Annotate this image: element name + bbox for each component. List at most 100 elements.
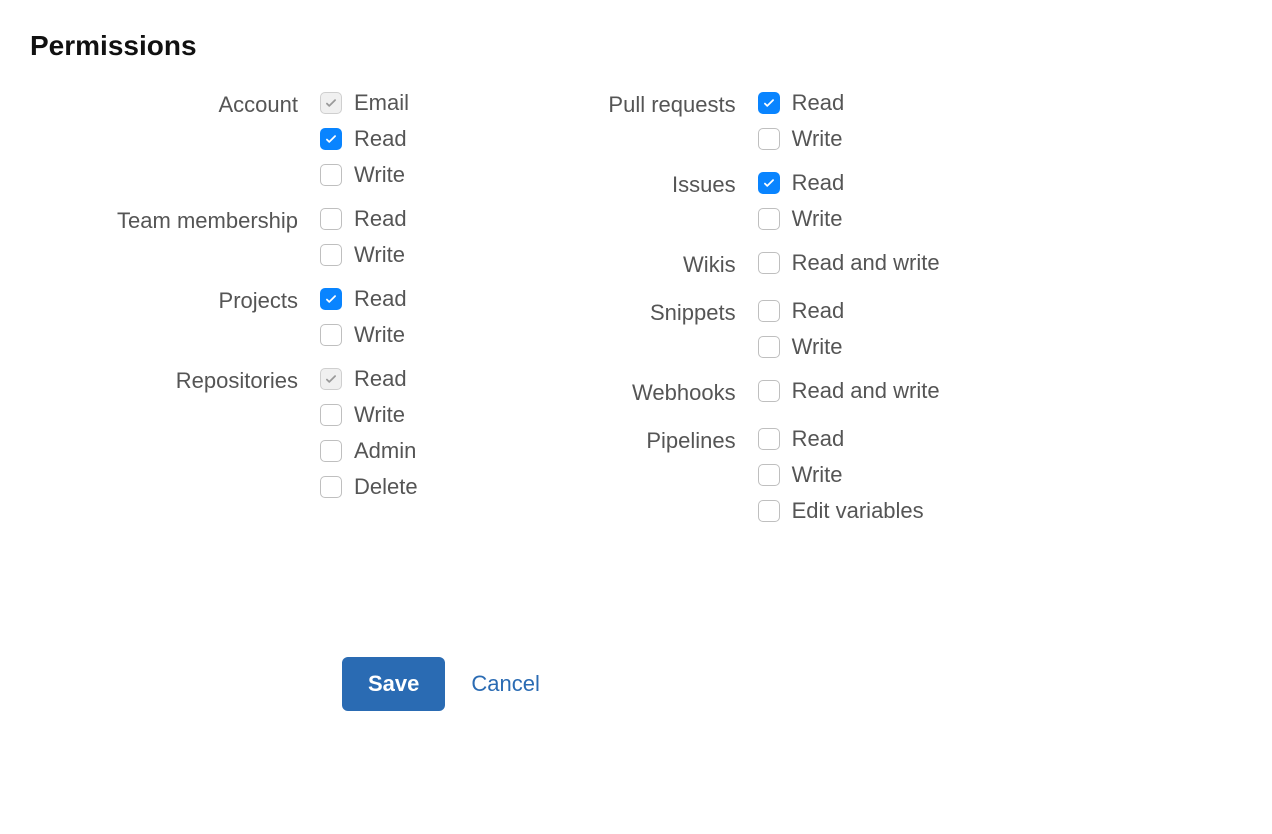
checkbox-account-email [320, 92, 342, 114]
checkbox-wikis-read-and-write[interactable] [758, 252, 780, 274]
option-label-team-membership-write: Write [354, 242, 405, 268]
option-label-snippets-write: Write [792, 334, 843, 360]
option-label-pull-requests-read: Read [792, 90, 845, 116]
permission-group-repositories: Repositories Read Write Admin Delete [30, 366, 418, 500]
options-issues: Read Write [758, 170, 845, 232]
group-label-team-membership: Team membership [30, 206, 320, 236]
checkbox-repositories-write[interactable] [320, 404, 342, 426]
group-label-wikis: Wikis [498, 250, 758, 280]
option-pipelines-read: Read [758, 426, 924, 452]
checkbox-repositories-delete[interactable] [320, 476, 342, 498]
permission-group-pipelines: Pipelines Read Write Edit variables [498, 426, 940, 524]
actions-row: Save Cancel [342, 657, 1242, 711]
checkbox-account-write[interactable] [320, 164, 342, 186]
option-account-read: Read [320, 126, 409, 152]
option-repositories-delete: Delete [320, 474, 418, 500]
option-label-repositories-read: Read [354, 366, 407, 392]
option-label-repositories-admin: Admin [354, 438, 416, 464]
checkbox-webhooks-read-and-write[interactable] [758, 380, 780, 402]
options-snippets: Read Write [758, 298, 845, 360]
permission-group-snippets: Snippets Read Write [498, 298, 940, 360]
option-account-write: Write [320, 162, 409, 188]
checkbox-team-membership-write[interactable] [320, 244, 342, 266]
option-team-membership-write: Write [320, 242, 407, 268]
permission-group-webhooks: WebhooksRead and write [498, 378, 940, 408]
option-label-issues-read: Read [792, 170, 845, 196]
option-label-snippets-read: Read [792, 298, 845, 324]
option-account-email: Email [320, 90, 409, 116]
checkbox-pipelines-write[interactable] [758, 464, 780, 486]
checkbox-projects-read[interactable] [320, 288, 342, 310]
group-label-issues: Issues [498, 170, 758, 200]
checkbox-projects-write[interactable] [320, 324, 342, 346]
checkbox-pull-requests-read[interactable] [758, 92, 780, 114]
checkbox-issues-write[interactable] [758, 208, 780, 230]
option-issues-read: Read [758, 170, 845, 196]
options-account: Email Read Write [320, 90, 409, 188]
save-button[interactable]: Save [342, 657, 445, 711]
option-label-team-membership-read: Read [354, 206, 407, 232]
option-label-account-email: Email [354, 90, 409, 116]
option-issues-write: Write [758, 206, 845, 232]
option-repositories-write: Write [320, 402, 418, 428]
permission-group-issues: Issues Read Write [498, 170, 940, 232]
option-label-account-read: Read [354, 126, 407, 152]
permission-group-team-membership: Team membership Read Write [30, 206, 418, 268]
option-label-repositories-write: Write [354, 402, 405, 428]
options-repositories: Read Write Admin Delete [320, 366, 418, 500]
option-snippets-write: Write [758, 334, 845, 360]
permissions-column-right: Pull requests Read Write Issues Read Write Wik… [498, 90, 940, 542]
checkbox-pipelines-edit-variables[interactable] [758, 500, 780, 522]
option-label-pull-requests-write: Write [792, 126, 843, 152]
permissions-column-left: AccountEmailReadWriteTeam membershipRead… [30, 90, 418, 542]
options-pipelines: Read Write Edit variables [758, 426, 924, 524]
permission-group-account: Account Email Read Write [30, 90, 418, 188]
option-projects-read: Read [320, 286, 407, 312]
options-webhooks: Read and write [758, 378, 940, 404]
option-repositories-admin: Admin [320, 438, 418, 464]
group-label-projects: Projects [30, 286, 320, 316]
permission-group-pull-requests: Pull requests Read Write [498, 90, 940, 152]
option-snippets-read: Read [758, 298, 845, 324]
option-label-issues-write: Write [792, 206, 843, 232]
option-pipelines-edit-variables: Edit variables [758, 498, 924, 524]
option-pipelines-write: Write [758, 462, 924, 488]
option-label-projects-read: Read [354, 286, 407, 312]
checkbox-repositories-read [320, 368, 342, 390]
option-webhooks-read-and-write: Read and write [758, 378, 940, 404]
checkbox-team-membership-read[interactable] [320, 208, 342, 230]
option-label-pipelines-write: Write [792, 462, 843, 488]
group-label-snippets: Snippets [498, 298, 758, 328]
page-title: Permissions [30, 30, 1242, 62]
group-label-pull-requests: Pull requests [498, 90, 758, 120]
options-team-membership: Read Write [320, 206, 407, 268]
permissions-columns: AccountEmailReadWriteTeam membershipRead… [30, 90, 1242, 542]
option-label-wikis-read-and-write: Read and write [792, 250, 940, 276]
options-projects: Read Write [320, 286, 407, 348]
options-wikis: Read and write [758, 250, 940, 276]
checkbox-pipelines-read[interactable] [758, 428, 780, 450]
option-label-repositories-delete: Delete [354, 474, 418, 500]
checkbox-account-read[interactable] [320, 128, 342, 150]
group-label-pipelines: Pipelines [498, 426, 758, 456]
checkbox-issues-read[interactable] [758, 172, 780, 194]
option-label-pipelines-edit-variables: Edit variables [792, 498, 924, 524]
group-label-account: Account [30, 90, 320, 120]
permission-group-wikis: Wikis Read and write [498, 250, 940, 280]
cancel-button[interactable]: Cancel [471, 671, 539, 697]
checkbox-snippets-write[interactable] [758, 336, 780, 358]
checkbox-snippets-read[interactable] [758, 300, 780, 322]
group-label-repositories: Repositories [30, 366, 320, 396]
options-pull-requests: Read Write [758, 90, 845, 152]
permission-group-projects: Projects Read Write [30, 286, 418, 348]
checkbox-pull-requests-write[interactable] [758, 128, 780, 150]
option-label-account-write: Write [354, 162, 405, 188]
option-label-webhooks-read-and-write: Read and write [792, 378, 940, 404]
option-projects-write: Write [320, 322, 407, 348]
option-wikis-read-and-write: Read and write [758, 250, 940, 276]
option-label-projects-write: Write [354, 322, 405, 348]
option-pull-requests-read: Read [758, 90, 845, 116]
option-label-pipelines-read: Read [792, 426, 845, 452]
checkbox-repositories-admin[interactable] [320, 440, 342, 462]
option-repositories-read: Read [320, 366, 418, 392]
